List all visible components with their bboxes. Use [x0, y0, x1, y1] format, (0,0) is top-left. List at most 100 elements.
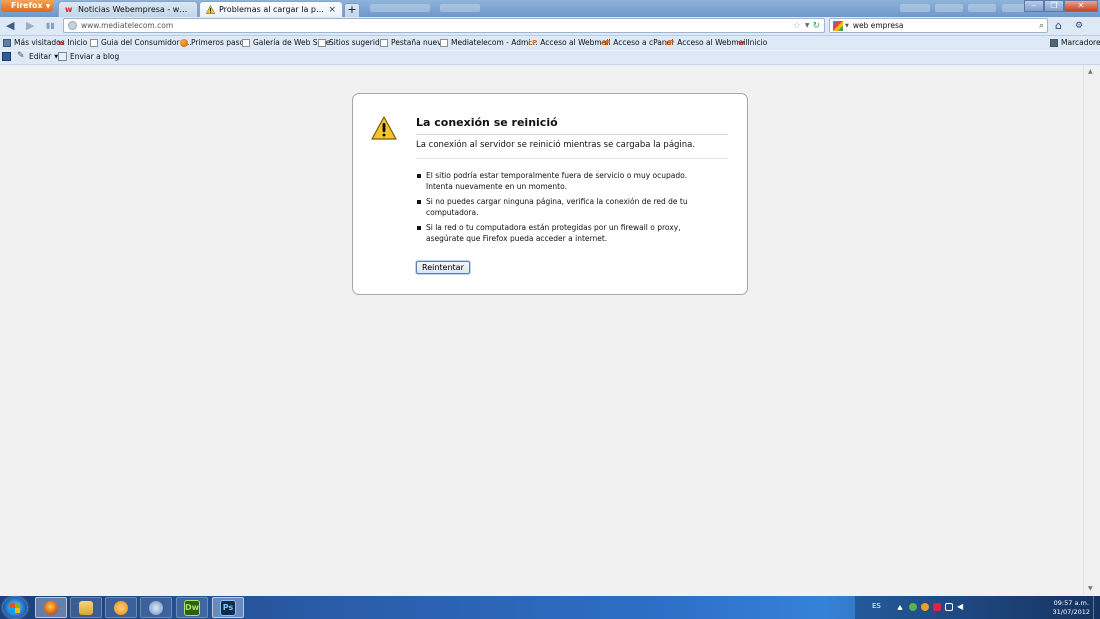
url-text[interactable]: www.mediatelecom.com: [81, 21, 793, 30]
scroll-down-icon[interactable]: ▼: [1088, 585, 1093, 592]
tab-problemas-cargar[interactable]: Problemas al cargar la página ×: [199, 1, 343, 17]
show-hidden-icons-icon[interactable]: [897, 605, 903, 610]
google-engine-icon[interactable]: [833, 20, 843, 31]
search-icon[interactable]: ⌕: [1039, 21, 1044, 31]
antivirus-icon[interactable]: [933, 603, 941, 611]
page-icon: [318, 38, 326, 47]
enviar-blog-label: Enviar a blog: [70, 52, 120, 61]
bookmark-pestana-nueva[interactable]: Pestaña nueva: [380, 38, 446, 47]
page-icon: [242, 38, 250, 47]
search-input[interactable]: web empresa: [853, 21, 1039, 30]
bookmarks-menu-label: Marcadores: [1061, 38, 1100, 47]
addon-toolbar: ✎ Editar ▼ Enviar a blog: [0, 51, 1100, 65]
webempresa-favicon-icon: w: [738, 38, 745, 47]
taskbar-explorer[interactable]: [70, 597, 102, 618]
blurred-toolbar-area: [440, 4, 480, 12]
taskbar-dreamweaver[interactable]: Dw: [176, 597, 208, 618]
smart-folder-icon: [3, 38, 11, 47]
forward-arrow-icon[interactable]: ▶: [26, 19, 34, 33]
firefox-menu-label: Firefox: [11, 1, 43, 10]
chevron-down-icon[interactable]: ▼: [805, 22, 810, 29]
blurred-toolbar-area: [968, 4, 996, 12]
security-shield-icon[interactable]: [909, 603, 917, 611]
list-item: Si no puedes cargar ninguna página, veri…: [416, 196, 716, 218]
bookmark-label: Inicio: [747, 38, 768, 47]
bookmark-inicio-2[interactable]: w Inicio: [738, 38, 767, 47]
bookmarks-folder-icon: [1050, 38, 1058, 47]
system-tray: ES ◀ 09:57 a.m. 31/07/2012: [855, 596, 1100, 619]
clock-date: 31/07/2012: [1052, 608, 1090, 616]
dreamweaver-icon: Dw: [184, 599, 200, 616]
error-suggestions-list: El sitio podría estar temporalmente fuer…: [416, 170, 716, 248]
update-icon[interactable]: [921, 603, 929, 611]
bookmark-label: Acceso al Webmail: [540, 38, 611, 47]
bookmark-label: Acceso al Webmail: [677, 38, 748, 47]
tab-noticias-webempresa[interactable]: w Noticias Webempresa - webempresa ...: [58, 1, 198, 17]
chevron-down-icon[interactable]: ▼: [845, 23, 849, 29]
cpanel-favicon-icon: cP: [528, 38, 538, 47]
bookmark-inicio[interactable]: w Inicio: [58, 38, 87, 47]
system-clock[interactable]: 09:57 a.m. 31/07/2012: [1053, 599, 1090, 617]
close-window-button[interactable]: ✕: [1064, 0, 1098, 12]
network-icon[interactable]: [945, 603, 953, 611]
vertical-scrollbar[interactable]: ▲ ▼: [1083, 65, 1100, 595]
chevron-down-icon: ▼: [45, 3, 51, 10]
home-icon[interactable]: ⌂: [1055, 19, 1062, 33]
close-tab-icon[interactable]: ×: [328, 5, 336, 15]
taskbar-firefox[interactable]: [35, 597, 67, 618]
retry-button[interactable]: Reintentar: [416, 261, 470, 274]
warning-icon: [371, 116, 397, 140]
bookmark-acceso-webmail-2[interactable]: cP Acceso al Webmail: [665, 38, 748, 47]
bookmark-primeros-pasos[interactable]: Primeros pasos: [180, 38, 248, 47]
bookmark-mas-visitados[interactable]: Más visitados: [3, 38, 65, 47]
start-button[interactable]: [3, 597, 27, 618]
tools-menu-icon[interactable]: ⚙: [1075, 19, 1083, 33]
blog-icon: [58, 52, 67, 61]
navigation-toolbar: ◀ ▶ ▮▮ www.mediatelecom.com ☆ ▼ ↻ ▼ web …: [0, 17, 1100, 36]
taskbar-itunes[interactable]: [140, 597, 172, 618]
addon-button[interactable]: [2, 52, 11, 61]
back-arrow-icon[interactable]: ◀: [6, 19, 14, 33]
bookmark-star-icon[interactable]: ☆: [793, 21, 801, 31]
error-page-container: La conexión se reinició La conexión al s…: [352, 93, 748, 295]
volume-icon[interactable]: ◀: [957, 603, 965, 611]
bookmark-label: Inicio: [67, 38, 88, 47]
show-desktop-button[interactable]: [1093, 596, 1100, 619]
tab-strip: Firefox▼ w Noticias Webempresa - webempr…: [0, 0, 1100, 17]
reload-icon[interactable]: ↻: [812, 21, 820, 31]
url-bar[interactable]: www.mediatelecom.com ☆ ▼ ↻: [63, 18, 825, 33]
site-identity-icon[interactable]: [68, 21, 77, 30]
blurred-toolbar-area: [900, 4, 930, 12]
plus-icon: +: [347, 3, 357, 16]
bookmark-acceso-cpanel[interactable]: cP Acceso a cPanel: [601, 38, 673, 47]
windows-taskbar: Dw Ps ES ◀ 09:57 a.m. 31/07/2012: [0, 596, 1100, 619]
bookmark-guia-consumidor[interactable]: Guia del Consumidor -...: [90, 38, 192, 47]
clock-time: 09:57 a.m.: [1053, 599, 1089, 607]
minimize-button[interactable]: –: [1024, 0, 1044, 12]
bookmarks-menu-button[interactable]: Marcadores: [1050, 38, 1100, 47]
bookmark-sitios-sugeridos[interactable]: Sitios sugeridos: [318, 38, 388, 47]
firefox-menu-button[interactable]: Firefox ▼: [1, 0, 53, 12]
list-item: El sitio podría estar temporalmente fuer…: [416, 170, 716, 192]
webempresa-favicon-icon: w: [65, 5, 73, 14]
bookmark-acceso-webmail[interactable]: cP Acceso al Webmail: [528, 38, 611, 47]
search-bar[interactable]: ▼ web empresa ⌕: [829, 18, 1048, 33]
enviar-blog-button[interactable]: Enviar a blog: [58, 52, 119, 61]
firefox-icon: [44, 600, 58, 615]
taskbar-media-player[interactable]: [105, 597, 137, 618]
editar-button[interactable]: ✎ Editar ▼: [17, 52, 58, 62]
folder-icon: [79, 600, 93, 615]
language-indicator[interactable]: ES: [872, 602, 881, 610]
bookmark-label: Mediatelecom - Admi...: [451, 38, 538, 47]
cpanel-favicon-icon: cP: [601, 38, 611, 47]
bookmark-label: Pestaña nueva: [391, 38, 447, 47]
tab-label: Problemas al cargar la página: [219, 5, 324, 14]
scroll-up-icon[interactable]: ▲: [1088, 68, 1093, 75]
list-item: Si la red o tu computadora están protegi…: [416, 222, 716, 244]
webempresa-favicon-icon: w: [58, 38, 65, 47]
restore-button[interactable]: ❐: [1044, 0, 1064, 12]
bookmark-mediatelecom-admin[interactable]: Mediatelecom - Admi...: [440, 38, 538, 47]
taskbar-photoshop[interactable]: Ps: [212, 597, 244, 618]
new-tab-button[interactable]: +: [344, 3, 360, 17]
cpanel-favicon-icon: cP: [665, 38, 675, 47]
